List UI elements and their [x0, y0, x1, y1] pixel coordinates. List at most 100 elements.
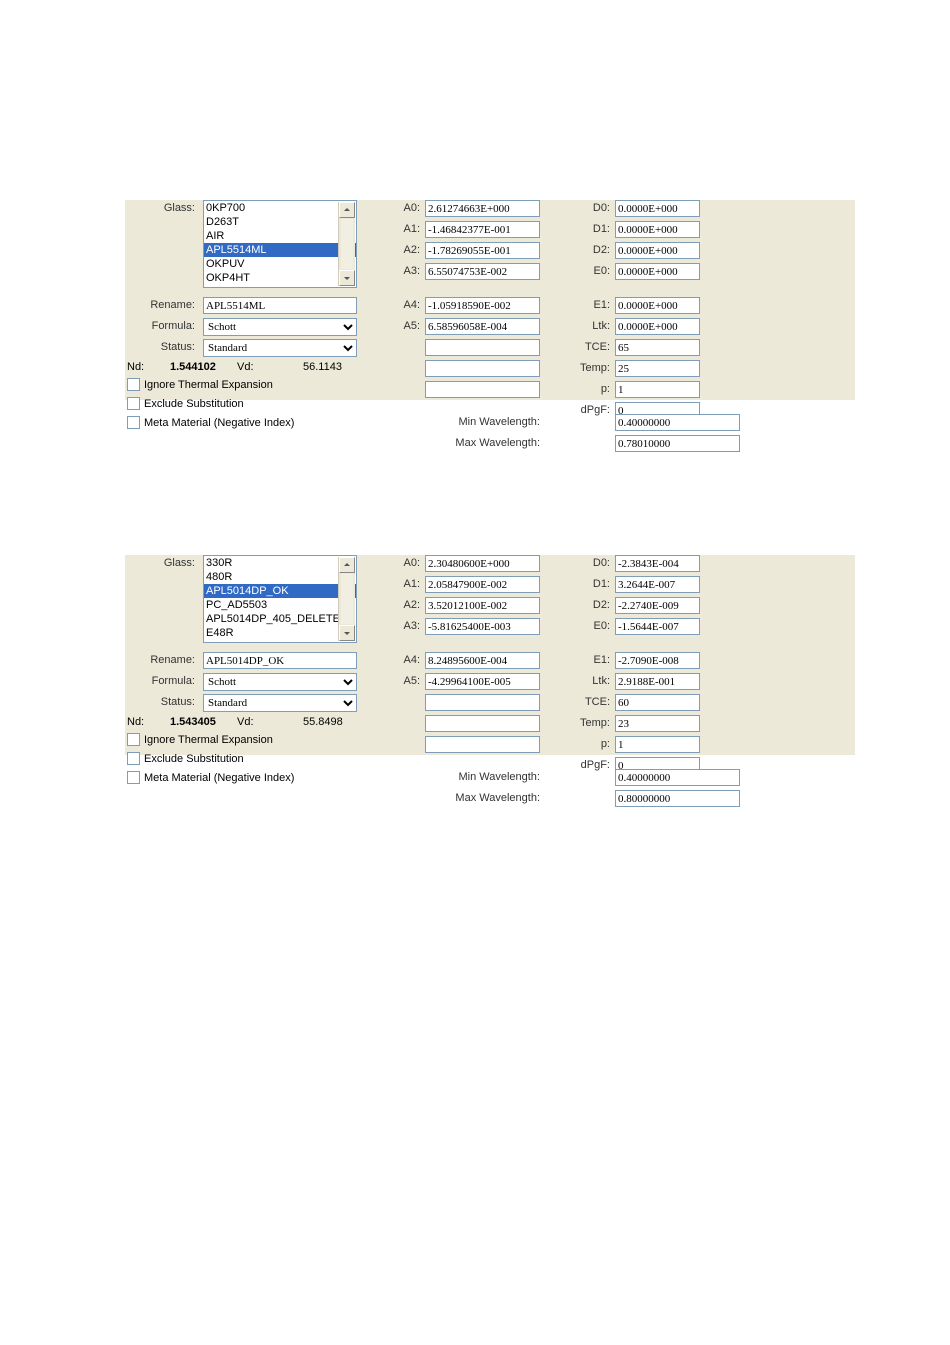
a0-input[interactable]: [425, 200, 540, 217]
a4-input[interactable]: [425, 297, 540, 314]
a0-input[interactable]: [425, 555, 540, 572]
e0-input[interactable]: [615, 618, 700, 635]
d1-input[interactable]: [615, 576, 700, 593]
max-wl-input[interactable]: [615, 435, 740, 452]
formula-select[interactable]: Schott: [203, 673, 357, 691]
rename-input[interactable]: [203, 297, 357, 314]
a3-input[interactable]: [425, 263, 540, 280]
a3-input[interactable]: [425, 618, 540, 635]
meta-material-checkbox[interactable]: Meta Material (Negative Index): [127, 416, 294, 429]
d1-label: D1:: [570, 223, 610, 235]
scrollbar[interactable]: [338, 557, 355, 641]
a5-input[interactable]: [425, 318, 540, 335]
tce-input[interactable]: [615, 694, 700, 711]
ltk-input[interactable]: [615, 318, 700, 335]
temp-input[interactable]: [615, 715, 700, 732]
glass-label: Glass:: [125, 557, 195, 569]
nd-value: 1.544102: [170, 361, 216, 373]
d0-input[interactable]: [615, 200, 700, 217]
e1-label: E1:: [570, 299, 610, 311]
a4-input[interactable]: [425, 652, 540, 669]
scroll-down-icon[interactable]: [339, 625, 355, 641]
glass-listbox[interactable]: 0KP700 D263T AIR APL5514ML OKPUV OKP4HT: [203, 200, 357, 288]
glass-label: Glass:: [125, 202, 195, 214]
glass-listbox[interactable]: 330R 480R APL5014DP_OK PC_AD5503 APL5014…: [203, 555, 357, 643]
list-item[interactable]: OKPUV: [204, 257, 356, 271]
e0-input[interactable]: [615, 263, 700, 280]
blank2-input[interactable]: [425, 715, 540, 732]
rename-input[interactable]: [203, 652, 357, 669]
list-item[interactable]: AIR: [204, 229, 356, 243]
vd-value: 55.8498: [303, 716, 343, 728]
scroll-track[interactable]: [341, 219, 353, 269]
max-wl-label: Max Wavelength:: [405, 792, 540, 804]
rename-label: Rename:: [125, 299, 195, 311]
meta-material-checkbox[interactable]: Meta Material (Negative Index): [127, 771, 294, 784]
a0-label: A0:: [400, 557, 420, 569]
d0-label: D0:: [570, 557, 610, 569]
list-item[interactable]: E48R: [204, 626, 356, 640]
glass-panel-a: Glass: 0KP700 D263T AIR APL5514ML OKPUV …: [125, 200, 855, 400]
meta-material-label: Meta Material (Negative Index): [144, 417, 294, 429]
scroll-down-icon[interactable]: [339, 270, 355, 286]
d2-input[interactable]: [615, 242, 700, 259]
d2-label: D2:: [570, 244, 610, 256]
nd-label: Nd:: [127, 361, 144, 373]
blank2-input[interactable]: [425, 360, 540, 377]
blank3-input[interactable]: [425, 381, 540, 398]
nd-value: 1.543405: [170, 716, 216, 728]
a4-label: A4:: [400, 654, 420, 666]
temp-input[interactable]: [615, 360, 700, 377]
exclude-substitution-label: Exclude Substitution: [144, 398, 244, 410]
scroll-track[interactable]: [341, 574, 353, 624]
exclude-substitution-checkbox[interactable]: Exclude Substitution: [127, 397, 244, 410]
min-wl-input[interactable]: [615, 414, 740, 431]
list-item[interactable]: APL5514ML: [204, 243, 356, 257]
d1-input[interactable]: [615, 221, 700, 238]
status-select[interactable]: Standard: [203, 694, 357, 712]
list-item[interactable]: APL5014DP_OK: [204, 584, 356, 598]
blank1-input[interactable]: [425, 694, 540, 711]
min-wl-label: Min Wavelength:: [405, 416, 540, 428]
ignore-thermal-checkbox[interactable]: Ignore Thermal Expansion: [127, 733, 273, 746]
exclude-substitution-label: Exclude Substitution: [144, 753, 244, 765]
blank1-input[interactable]: [425, 339, 540, 356]
list-item[interactable]: 0KP700: [204, 201, 356, 215]
ltk-input[interactable]: [615, 673, 700, 690]
list-item[interactable]: APL5014DP_405_DELETE: [204, 612, 356, 626]
e0-label: E0:: [570, 265, 610, 277]
list-item[interactable]: 330R: [204, 556, 356, 570]
d2-input[interactable]: [615, 597, 700, 614]
scroll-up-icon[interactable]: [339, 557, 355, 573]
p-label: p:: [570, 383, 610, 395]
p-input[interactable]: [615, 736, 700, 753]
e1-input[interactable]: [615, 652, 700, 669]
d0-input[interactable]: [615, 555, 700, 572]
min-wl-input[interactable]: [615, 769, 740, 786]
formula-label: Formula:: [125, 320, 195, 332]
scroll-up-icon[interactable]: [339, 202, 355, 218]
a1-input[interactable]: [425, 221, 540, 238]
blank3-input[interactable]: [425, 736, 540, 753]
list-item[interactable]: OKP4HT: [204, 271, 356, 285]
a1-label: A1:: [400, 223, 420, 235]
formula-select[interactable]: Schott: [203, 318, 357, 336]
status-select[interactable]: Standard: [203, 339, 357, 357]
scrollbar[interactable]: [338, 202, 355, 286]
temp-label: Temp:: [570, 362, 610, 374]
ignore-thermal-label: Ignore Thermal Expansion: [144, 379, 273, 391]
list-item[interactable]: PC_AD5503: [204, 598, 356, 612]
meta-material-label: Meta Material (Negative Index): [144, 772, 294, 784]
p-input[interactable]: [615, 381, 700, 398]
max-wl-input[interactable]: [615, 790, 740, 807]
tce-input[interactable]: [615, 339, 700, 356]
a5-input[interactable]: [425, 673, 540, 690]
e1-input[interactable]: [615, 297, 700, 314]
a2-input[interactable]: [425, 597, 540, 614]
list-item[interactable]: 480R: [204, 570, 356, 584]
exclude-substitution-checkbox[interactable]: Exclude Substitution: [127, 752, 244, 765]
a1-input[interactable]: [425, 576, 540, 593]
ignore-thermal-checkbox[interactable]: Ignore Thermal Expansion: [127, 378, 273, 391]
a2-input[interactable]: [425, 242, 540, 259]
list-item[interactable]: D263T: [204, 215, 356, 229]
